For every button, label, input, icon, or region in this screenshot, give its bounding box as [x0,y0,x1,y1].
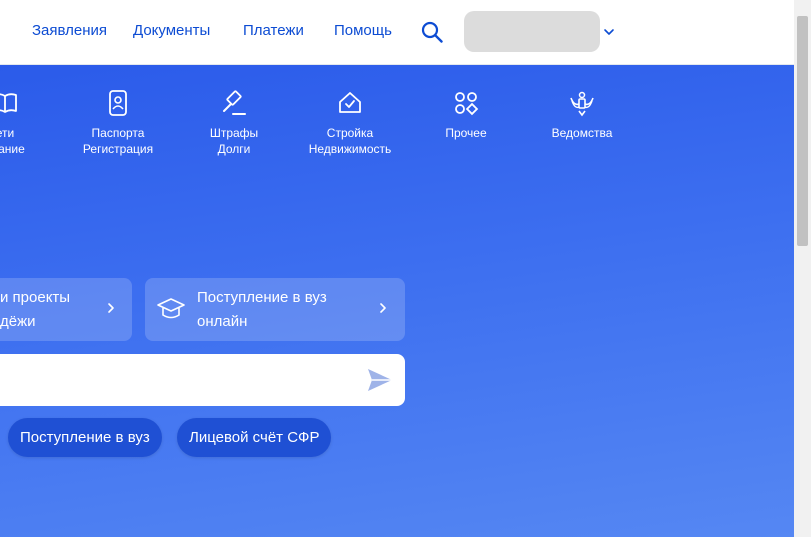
category-label: Недвижимость [308,142,392,156]
nav-applications[interactable]: Заявления [32,22,107,39]
card-title-line: Поступление в вуз [197,289,327,306]
grid-icon [455,92,479,116]
user-profile-button[interactable] [464,11,600,52]
chip-university-admission[interactable]: Поступление в вуз [8,418,162,457]
category-agencies[interactable]: Ведомства [527,89,637,141]
card-title-line: и проекты [0,289,71,306]
gavel-icon [223,90,246,115]
nav-payments[interactable]: Платежи [243,22,304,39]
search-icon[interactable] [421,21,443,43]
category-fines[interactable]: Штрафы Долги [179,89,289,157]
card-title-line: дёжи [0,313,36,330]
chevron-down-icon[interactable] [603,26,615,38]
hero-section: ети ование Паспорта Регистрация Штрафы Д… [0,65,794,537]
category-label: Регистрация [82,142,154,156]
category-other[interactable]: Прочее [411,89,521,141]
category-label: Штрафы [209,126,259,140]
category-label: ование [0,142,25,156]
passport-icon [109,90,127,116]
scrollbar-thumb[interactable] [797,16,808,246]
graduation-cap-icon [157,298,185,319]
card-title-line: онлайн [197,313,248,330]
category-label: Прочее [445,126,487,140]
card-youth-projects[interactable]: и проекты дёжи [0,278,132,341]
card-university-admission[interactable]: Поступление в вуз онлайн [145,278,405,341]
category-label: Стройка [326,126,374,140]
category-label: Ведомства [551,126,613,140]
category-passports[interactable]: Паспорта Регистрация [63,89,173,157]
category-education[interactable]: ети ование [0,89,60,157]
chevron-right-icon [108,303,114,313]
send-icon[interactable] [366,367,394,393]
category-label: Долги [217,142,251,156]
book-icon [0,93,17,113]
house-icon [339,92,361,113]
chevron-right-icon [380,303,386,313]
coat-of-arms-icon [570,91,594,117]
category-construction[interactable]: Стройка Недвижимость [295,89,405,157]
nav-help[interactable]: Помощь [334,22,392,39]
top-header: Заявления Документы Платежи Помощь [0,0,794,65]
category-label: Паспорта [91,126,145,140]
search-input[interactable] [0,354,405,406]
chip-sfr-account[interactable]: Лицевой счёт СФР [177,418,332,457]
nav-documents[interactable]: Документы [133,22,210,39]
category-label: ети [0,126,15,140]
